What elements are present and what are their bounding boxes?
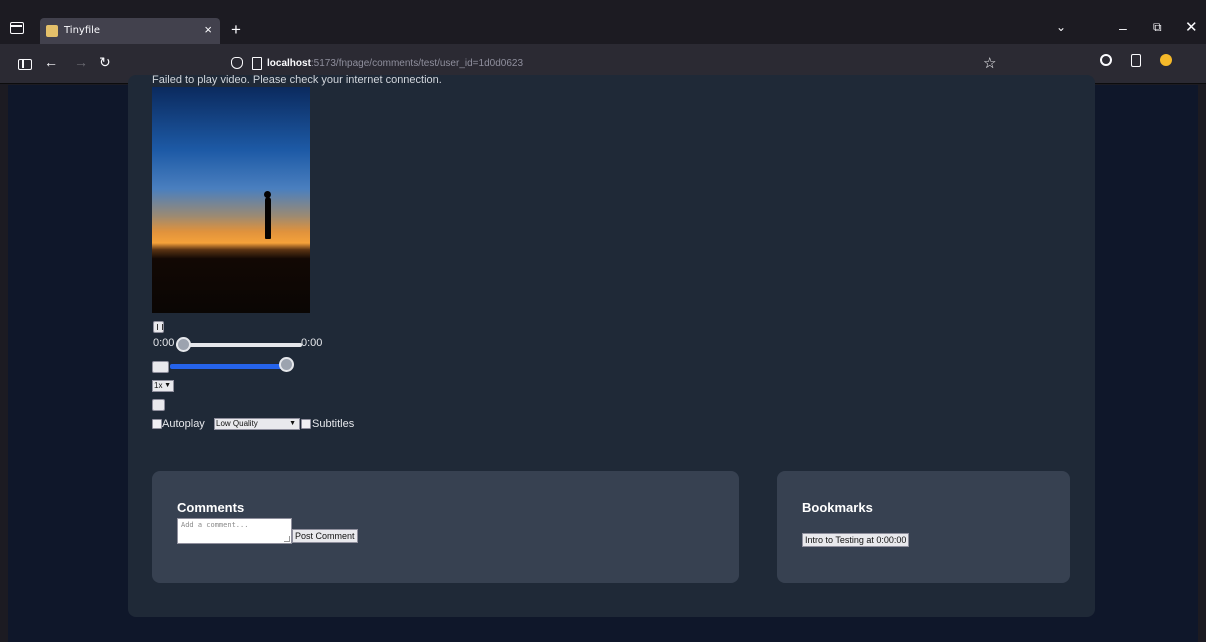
share-icon[interactable] <box>1131 54 1141 67</box>
seek-slider[interactable] <box>176 343 302 347</box>
page-icon[interactable] <box>252 57 262 70</box>
tab-title: Tinyfile <box>64 25 101 36</box>
page-background: Failed to play video. Please check your … <box>8 74 1198 642</box>
back-button[interactable]: ← <box>44 54 58 70</box>
extension-icon[interactable] <box>1100 54 1112 66</box>
minimize-button[interactable]: – <box>1119 20 1127 36</box>
speed-value: 1x <box>154 381 163 390</box>
browser-tab[interactable]: Tinyfile × <box>40 18 220 44</box>
autoplay-checkbox[interactable] <box>152 419 162 429</box>
close-window-button[interactable]: ✕ <box>1185 18 1198 36</box>
tab-close-icon[interactable]: × <box>204 22 212 37</box>
tab-list-icon[interactable] <box>10 22 24 34</box>
new-tab-button[interactable]: + <box>226 18 246 42</box>
quality-select[interactable]: Low Quality ▼ <box>214 418 300 430</box>
sidebar-toggle-icon[interactable] <box>18 59 32 70</box>
play-pause-icon[interactable] <box>153 321 164 333</box>
video-player[interactable] <box>152 87 310 313</box>
silhouette-figure <box>264 191 271 239</box>
reload-button[interactable]: ↻ <box>99 54 111 71</box>
list-all-tabs-icon[interactable]: ⌄ <box>1056 20 1066 34</box>
maximize-button[interactable]: ⧉ <box>1153 20 1162 35</box>
browser-tab-bar: Tinyfile × + ⌄ – ⧉ ✕ <box>0 0 1206 44</box>
post-comment-button[interactable]: Post Comment <box>292 529 358 543</box>
current-time: 0:00 <box>153 337 175 349</box>
volume-slider-thumb[interactable] <box>279 357 294 372</box>
fullscreen-icon[interactable] <box>152 399 165 411</box>
forward-button[interactable]: → <box>74 54 88 70</box>
chevron-down-icon: ▼ <box>164 382 171 389</box>
subtitles-checkbox[interactable] <box>301 419 311 429</box>
shield-icon[interactable] <box>231 57 243 69</box>
comments-title: Comments <box>177 500 245 515</box>
seek-slider-thumb[interactable] <box>176 337 191 352</box>
star-icon[interactable]: ☆ <box>983 54 996 72</box>
bookmarks-card: Bookmarks Intro to Testing at 0:00:00 <box>777 471 1070 583</box>
url-text[interactable]: localhost:5173/fnpage/comments/test/user… <box>267 58 523 69</box>
speed-select[interactable]: 1x ▼ <box>152 380 174 392</box>
volume-slider[interactable] <box>170 364 288 369</box>
comments-card: Comments Add a comment... Post Comment <box>152 471 739 583</box>
autoplay-label: Autoplay <box>162 418 205 430</box>
video-panel: Failed to play video. Please check your … <box>128 74 1095 617</box>
comment-input[interactable]: Add a comment... <box>177 518 292 544</box>
duration-time: 0:00 <box>301 337 323 349</box>
tab-favicon-icon <box>46 25 58 37</box>
video-error-message: Failed to play video. Please check your … <box>152 74 442 86</box>
bookmarks-title: Bookmarks <box>802 500 873 515</box>
mute-icon[interactable] <box>152 361 169 373</box>
chevron-down-icon: ▼ <box>289 420 296 427</box>
account-icon[interactable] <box>1160 54 1172 66</box>
quality-value: Low Quality <box>216 419 258 428</box>
bookmark-item[interactable]: Intro to Testing at 0:00:00 <box>802 533 910 547</box>
subtitles-label: Subtitles <box>312 418 355 430</box>
